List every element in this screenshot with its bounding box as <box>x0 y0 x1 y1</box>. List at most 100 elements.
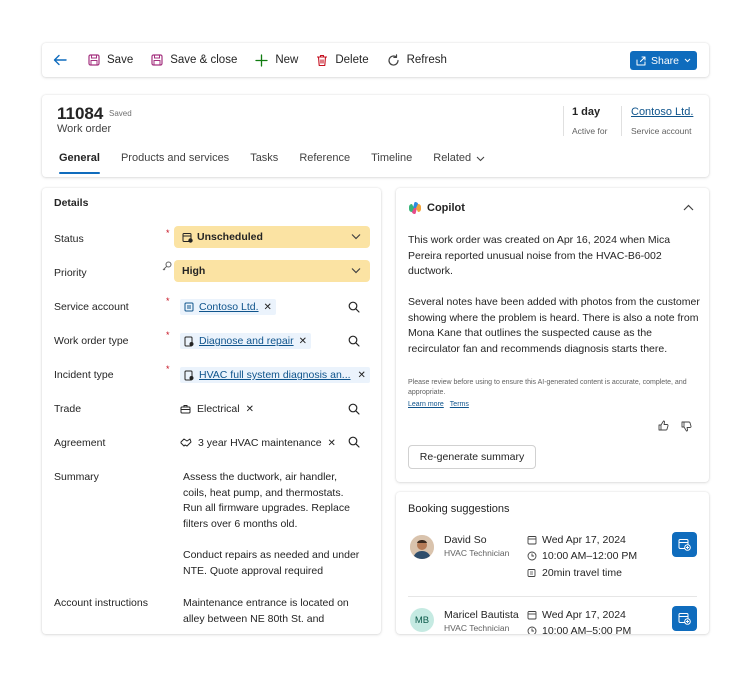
booking-date: Wed Apr 17, 2024 <box>527 534 626 546</box>
account-instructions-text[interactable]: Maintenance entrance is located on alley… <box>183 596 363 627</box>
tab-tasks[interactable]: Tasks <box>250 152 278 174</box>
service-account-tag[interactable]: Contoso Ltd. ✕ <box>180 299 276 315</box>
trade-lookup[interactable]: Electrical ✕ <box>180 399 254 419</box>
tab-timeline[interactable]: Timeline <box>371 152 412 174</box>
remove-icon[interactable]: ✕ <box>264 302 272 313</box>
incident-type-lookup[interactable]: HVAC full system diagnosis an... ✕ <box>180 365 370 385</box>
booking-time-value: 10:00 AM–12:00 PM <box>542 550 638 562</box>
summary-text-2[interactable]: Conduct repairs as needed and under NTE.… <box>183 548 363 579</box>
details-section: Details Status * Unscheduled Priority Hi… <box>42 188 381 634</box>
priority-value: High <box>182 265 206 277</box>
booking-date-value: Wed Apr 17, 2024 <box>542 534 626 546</box>
regenerate-summary-button[interactable]: Re-generate summary <box>408 445 536 469</box>
booking-date: Wed Apr 17, 2024 <box>527 609 626 621</box>
service-account-link[interactable]: Contoso Ltd. <box>631 106 693 118</box>
save-close-icon <box>151 54 163 66</box>
tab-reference[interactable]: Reference <box>299 152 350 174</box>
new-label: New <box>275 54 299 66</box>
handshake-icon <box>180 438 192 447</box>
header-divider <box>563 106 564 136</box>
booking-time-value: 10:00 AM–5:00 PM <box>542 625 632 634</box>
copilot-title: Copilot <box>427 202 465 214</box>
save-and-close-button[interactable]: Save & close <box>142 43 246 77</box>
person-photo-icon <box>410 535 434 559</box>
technician-role: HVAC Technician <box>444 623 510 633</box>
briefcase-icon <box>180 405 191 414</box>
priority-select[interactable]: High <box>174 260 370 282</box>
tab-related-label: Related <box>433 152 472 164</box>
save-button[interactable]: Save <box>79 43 142 77</box>
remove-icon[interactable]: ✕ <box>299 336 307 347</box>
remove-icon[interactable]: ✕ <box>358 370 366 381</box>
search-icon[interactable] <box>348 335 360 347</box>
delete-button[interactable]: Delete <box>307 43 377 77</box>
back-button[interactable] <box>42 43 79 77</box>
tab-related[interactable]: Related <box>433 152 485 174</box>
status-label: Status <box>54 233 84 245</box>
search-icon[interactable] <box>348 436 360 448</box>
book-button[interactable] <box>672 532 697 557</box>
share-button[interactable]: Share <box>630 51 697 70</box>
search-icon[interactable] <box>348 403 360 415</box>
required-indicator: * <box>166 228 170 238</box>
agreement-label: Agreement <box>54 437 106 449</box>
terms-link[interactable]: Terms <box>450 401 469 408</box>
save-icon <box>88 54 100 66</box>
technician-name: David So <box>444 534 487 546</box>
avatar: MB <box>410 608 434 632</box>
booking-date-value: Wed Apr 17, 2024 <box>542 609 626 621</box>
delete-label: Delete <box>335 54 369 66</box>
incident-type-tag[interactable]: HVAC full system diagnosis an... ✕ <box>180 367 370 383</box>
incident-type-value[interactable]: HVAC full system diagnosis an... <box>199 369 351 381</box>
key-icon <box>162 261 172 271</box>
agreement-lookup[interactable]: 3 year HVAC maintenance ✕ <box>180 433 336 453</box>
search-icon[interactable] <box>348 301 360 313</box>
required-indicator: * <box>166 330 170 340</box>
summary-text-1[interactable]: Assess the ductwork, air handler, coils,… <box>183 470 363 532</box>
command-bar: Save Save & close New Delete Refresh Sha… <box>42 43 709 77</box>
account-icon <box>184 302 194 312</box>
priority-label: Priority <box>54 267 87 279</box>
avatar <box>410 535 434 559</box>
work-order-type-tag[interactable]: Diagnose and repair ✕ <box>180 333 311 349</box>
remove-icon[interactable]: ✕ <box>246 404 254 415</box>
ai-disclaimer: Please review before using to ensure thi… <box>408 379 687 396</box>
trash-icon <box>317 54 328 66</box>
calendar-add-icon <box>678 613 691 625</box>
learn-more-link[interactable]: Learn more <box>408 401 444 408</box>
summary-label: Summary <box>54 471 99 483</box>
thumbs-down-icon[interactable] <box>681 421 692 432</box>
divider <box>408 596 697 597</box>
account-instructions-label: Account instructions <box>54 597 148 609</box>
save-close-label: Save & close <box>170 54 238 66</box>
chevron-up-icon[interactable] <box>683 204 694 211</box>
status-select[interactable]: Unscheduled <box>174 226 370 248</box>
copilot-summary-paragraph-1: This work order was created on Apr 16, 2… <box>408 234 671 277</box>
copilot-summary-paragraph-2: Several notes have been added with photo… <box>408 296 700 355</box>
new-button[interactable]: New <box>246 43 307 77</box>
service-account-lookup[interactable]: Contoso Ltd. ✕ <box>180 297 276 317</box>
refresh-button[interactable]: Refresh <box>378 43 456 77</box>
tab-general[interactable]: General <box>59 152 100 174</box>
save-label: Save <box>107 54 134 66</box>
trade-value: Electrical <box>197 403 240 415</box>
entity-name: Work order <box>57 123 112 135</box>
service-account-header-label: Service account <box>631 126 692 136</box>
save-status: Saved <box>109 109 132 118</box>
thumbs-up-icon[interactable] <box>658 420 669 431</box>
technician-role: HVAC Technician <box>444 548 510 558</box>
disclaimer-links: Learn more Terms <box>408 401 469 408</box>
booking-travel: 20min travel time <box>527 567 622 579</box>
service-account-label: Service account <box>54 301 129 313</box>
required-indicator: * <box>166 296 170 306</box>
active-duration-label: Active for <box>572 126 608 136</box>
tab-products-and-services[interactable]: Products and services <box>121 152 229 174</box>
work-order-type-lookup[interactable]: Diagnose and repair ✕ <box>180 331 311 351</box>
status-calendar-icon <box>182 232 193 243</box>
book-button[interactable] <box>672 606 697 631</box>
work-order-type-value[interactable]: Diagnose and repair <box>199 335 294 347</box>
work-order-type-label: Work order type <box>54 335 129 347</box>
service-account-value[interactable]: Contoso Ltd. <box>199 301 259 313</box>
header-divider <box>621 106 622 136</box>
remove-icon[interactable]: ✕ <box>328 438 336 449</box>
